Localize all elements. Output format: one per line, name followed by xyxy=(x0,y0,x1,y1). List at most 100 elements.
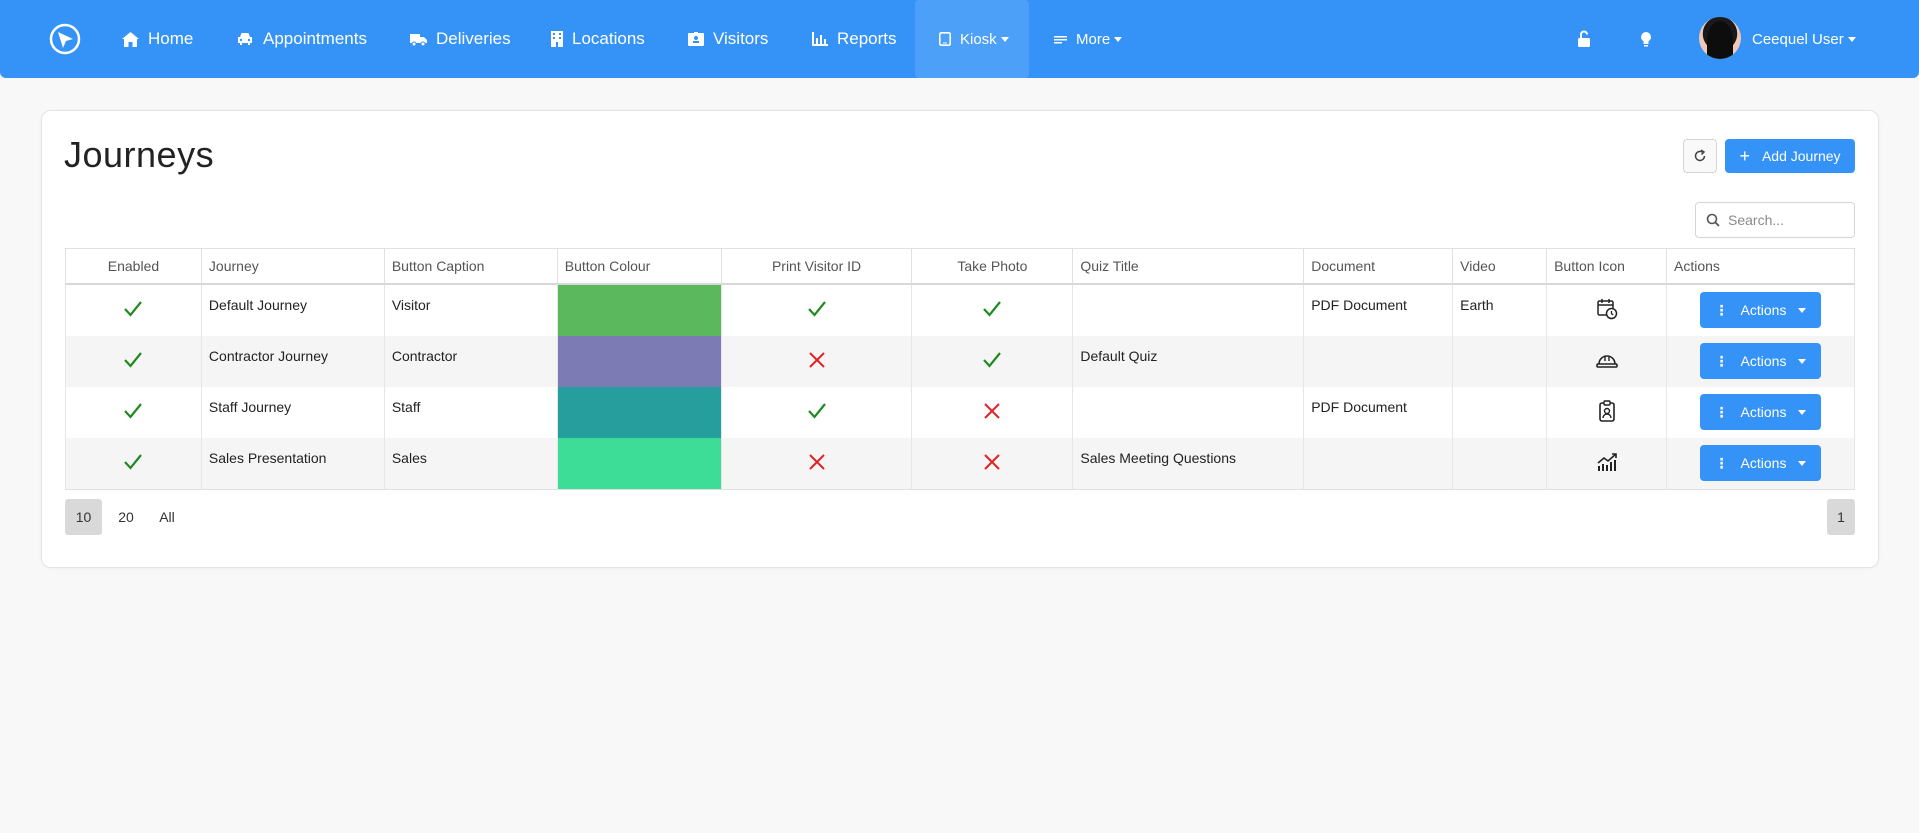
refresh-icon xyxy=(1694,149,1706,162)
colour-swatch xyxy=(557,437,721,489)
logo-icon[interactable] xyxy=(48,22,82,56)
refresh-button[interactable] xyxy=(1683,139,1717,173)
table-row[interactable]: Staff Journey Staff PDF Document ⋮ Actions xyxy=(65,386,1855,438)
colour-swatch xyxy=(557,386,721,438)
colour-swatch xyxy=(557,335,721,387)
button-caption: Staff xyxy=(383,386,558,438)
col-video[interactable]: Video xyxy=(1452,248,1548,285)
video xyxy=(1452,386,1548,438)
nav-more-dropdown[interactable]: More xyxy=(1054,0,1123,78)
chevron-down-icon xyxy=(1798,409,1807,415)
enabled-cell xyxy=(65,437,202,490)
search-box[interactable] xyxy=(1695,202,1855,238)
quiz-title xyxy=(1072,283,1305,336)
video xyxy=(1452,335,1548,387)
journey-name: Sales Presentation xyxy=(200,437,385,490)
cross-icon xyxy=(808,351,826,372)
document xyxy=(1303,437,1454,490)
video: Earth xyxy=(1452,283,1548,336)
col-document[interactable]: Document xyxy=(1303,248,1454,285)
avatar[interactable] xyxy=(1699,17,1741,59)
actions-label: Actions xyxy=(1740,353,1787,369)
add-journey-button[interactable]: + Add Journey xyxy=(1725,139,1855,173)
button-icon-cell xyxy=(1546,437,1667,490)
chart-line-icon xyxy=(1596,452,1618,475)
col-button-icon[interactable]: Button Icon xyxy=(1546,248,1667,285)
kebab-icon: ⋮ xyxy=(1714,301,1729,318)
page-1-button[interactable]: 1 xyxy=(1827,499,1855,535)
take-photo-cell xyxy=(911,386,1074,438)
button-icon-cell xyxy=(1546,386,1667,438)
check-icon xyxy=(982,351,1002,372)
button-caption: Sales xyxy=(383,437,558,490)
actions-label: Actions xyxy=(1740,455,1787,471)
car-icon xyxy=(238,33,252,45)
cross-icon xyxy=(983,453,1001,474)
page-size-10[interactable]: 10 xyxy=(65,499,102,535)
chevron-down-icon xyxy=(1798,460,1807,466)
bar-chart-icon xyxy=(812,32,828,46)
col-print-visitor-id[interactable]: Print Visitor ID xyxy=(720,248,913,285)
nav-deliveries-label: Deliveries xyxy=(436,29,511,48)
enabled-cell xyxy=(65,283,202,336)
page-size-all[interactable]: All xyxy=(150,499,184,535)
actions-dropdown-button[interactable]: ⋮ Actions xyxy=(1700,343,1821,379)
top-navbar: Home Appointments Deliveries Locations V… xyxy=(0,0,1919,78)
journey-name: Contractor Journey xyxy=(200,335,385,387)
nav-kiosk-label: Kiosk xyxy=(960,30,997,48)
take-photo-cell xyxy=(911,335,1074,387)
document xyxy=(1303,335,1454,387)
actions-cell: ⋮ Actions xyxy=(1666,386,1855,438)
cross-icon xyxy=(808,453,826,474)
page-size-20[interactable]: 20 xyxy=(110,499,142,535)
nav-locations-label: Locations xyxy=(572,29,645,48)
check-icon xyxy=(982,300,1002,321)
actions-dropdown-button[interactable]: ⋮ Actions xyxy=(1700,445,1821,481)
actions-cell: ⋮ Actions xyxy=(1666,283,1855,336)
col-button-colour[interactable]: Button Colour xyxy=(556,248,722,285)
col-button-caption[interactable]: Button Caption xyxy=(383,248,558,285)
quiz-title: Default Quiz xyxy=(1072,335,1305,387)
user-menu-dropdown[interactable]: Ceequel User xyxy=(1752,0,1856,78)
col-enabled[interactable]: Enabled xyxy=(65,248,202,285)
col-journey[interactable]: Journey xyxy=(200,248,385,285)
nav-reports[interactable]: Reports xyxy=(812,0,897,78)
col-quiz-title[interactable]: Quiz Title xyxy=(1072,248,1305,285)
nav-kiosk-dropdown[interactable]: Kiosk xyxy=(915,0,1029,78)
chevron-down-icon xyxy=(1000,36,1009,42)
nav-home[interactable]: Home xyxy=(122,0,193,78)
quiz-title: Sales Meeting Questions xyxy=(1072,437,1305,490)
id-card-icon xyxy=(1598,399,1616,425)
actions-label: Actions xyxy=(1740,302,1787,318)
actions-dropdown-button[interactable]: ⋮ Actions xyxy=(1700,394,1821,430)
button-colour-cell xyxy=(556,335,722,387)
tablet-icon xyxy=(939,32,951,46)
take-photo-cell xyxy=(911,283,1074,336)
nav-reports-label: Reports xyxy=(837,29,897,48)
table-row[interactable]: Contractor Journey Contractor Default Quiz… xyxy=(65,335,1855,387)
nav-locations[interactable]: Locations xyxy=(551,0,645,78)
chevron-down-icon xyxy=(1114,36,1123,42)
actions-dropdown-button[interactable]: ⋮ Actions xyxy=(1700,292,1821,328)
actions-cell: ⋮ Actions xyxy=(1666,437,1855,490)
document: PDF Document xyxy=(1303,283,1454,336)
table-row[interactable]: Sales Presentation Sales Sales Meeting Que… xyxy=(65,437,1855,490)
unlock-icon[interactable] xyxy=(1574,29,1594,49)
check-icon xyxy=(807,300,827,321)
kebab-icon: ⋮ xyxy=(1714,352,1729,369)
calendar-clock-icon xyxy=(1596,298,1618,323)
journey-name: Staff Journey xyxy=(200,386,385,438)
nav-deliveries[interactable]: Deliveries xyxy=(410,0,511,78)
check-icon xyxy=(123,351,143,372)
colour-swatch xyxy=(557,284,721,336)
table-row[interactable]: Default Journey Visitor PDF Document Earth ⋮… xyxy=(65,283,1855,336)
search-input[interactable] xyxy=(1728,212,1838,228)
print-visitor-id-cell xyxy=(720,386,913,438)
col-take-photo[interactable]: Take Photo xyxy=(911,248,1074,285)
button-icon-cell xyxy=(1546,335,1667,387)
chevron-down-icon xyxy=(1798,358,1807,364)
nav-visitors[interactable]: Visitors xyxy=(688,0,768,78)
nav-appointments[interactable]: Appointments xyxy=(237,0,367,78)
lightbulb-icon[interactable] xyxy=(1636,29,1656,49)
button-caption: Visitor xyxy=(383,283,558,336)
